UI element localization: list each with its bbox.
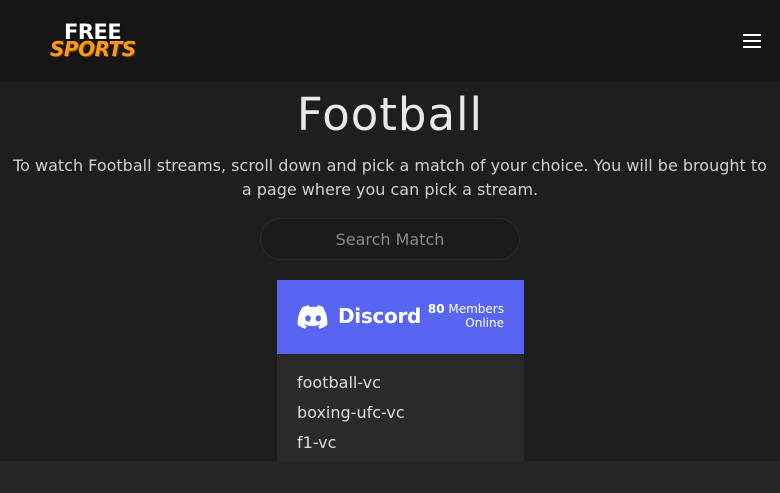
page-title: Football [296, 88, 484, 141]
logo-line2: SPORTS [50, 37, 136, 61]
discord-channel[interactable]: football-vc [297, 368, 524, 398]
discord-channel[interactable]: boxing-ufc-vc [297, 398, 524, 428]
site-logo[interactable]: FREE SPORTS [50, 20, 136, 64]
navbar: FREE SPORTS [0, 0, 780, 81]
bottom-bar [0, 461, 780, 493]
hamburger-icon-bar [743, 40, 761, 42]
hamburger-icon-bar [743, 46, 761, 48]
hamburger-menu-button[interactable] [740, 30, 764, 52]
intro-text: To watch Football streams, scroll down a… [13, 156, 767, 199]
discord-channel[interactable]: f1-vc [297, 428, 524, 458]
discord-channel-list: football-vc boxing-ufc-vc f1-vc [277, 280, 524, 458]
search-input[interactable] [260, 218, 520, 260]
hamburger-icon [743, 34, 761, 36]
